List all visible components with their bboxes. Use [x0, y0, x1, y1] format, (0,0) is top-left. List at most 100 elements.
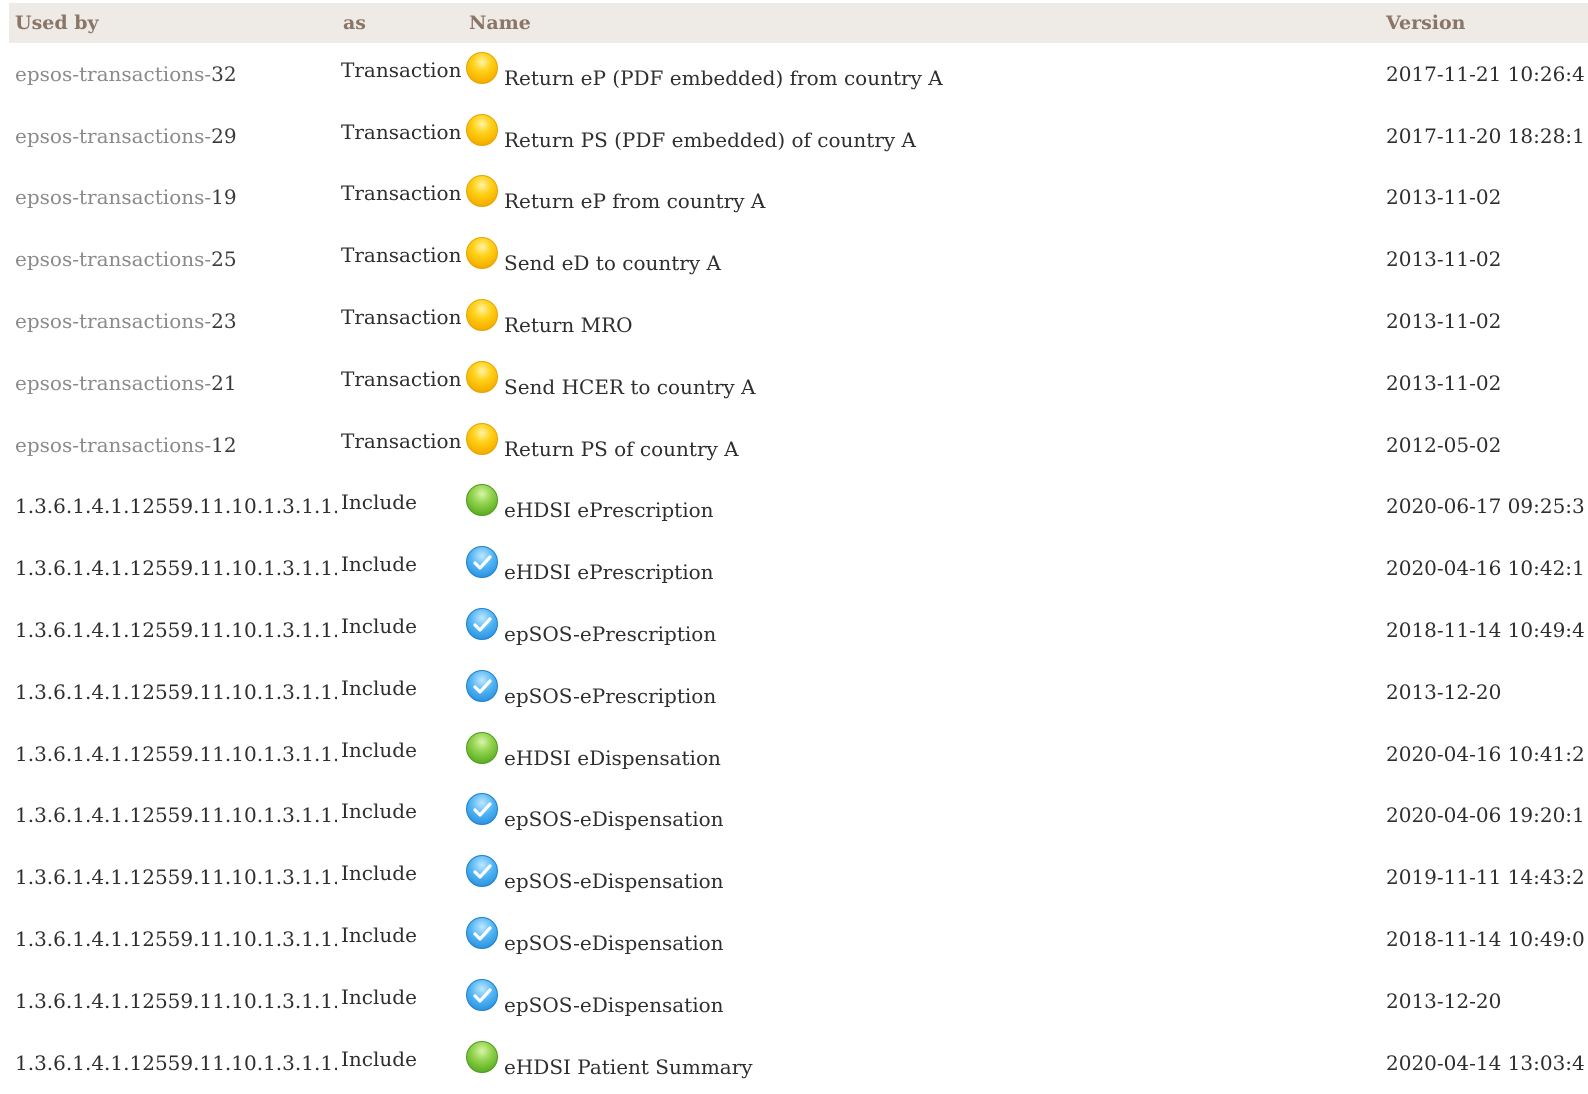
version-cell: 2013-12-20: [1386, 988, 1502, 1013]
used-by-link-id[interactable]: 19: [211, 185, 236, 209]
name-cell-content: epSOS-eDispensation: [466, 855, 1380, 893]
as-cell: Transaction: [341, 119, 462, 144]
table-row[interactable]: 1.3.6.1.4.1.12559.11.10.1.3.1.1.1 Include…: [9, 661, 1588, 723]
table-row[interactable]: 1.3.6.1.4.1.12559.11.10.1.3.1.1.3 Include…: [9, 1032, 1588, 1094]
name-link[interactable]: Return eP from country A: [504, 181, 765, 213]
name-link[interactable]: epSOS-eDispensation: [504, 861, 724, 893]
yellow-circle-icon: [466, 360, 498, 393]
used-by-link-id[interactable]: 21: [211, 371, 236, 395]
used-by-oid[interactable]: 1.3.6.1.4.1.12559.11.10.1.3.1.1.1: [15, 680, 337, 704]
name-cell-content: epSOS-eDispensation: [466, 978, 1380, 1017]
name-cell: Return MRO: [463, 290, 1380, 352]
yellow-circle-icon: [466, 237, 498, 270]
used-by-oid[interactable]: 1.3.6.1.4.1.12559.11.10.1.3.1.1.1: [15, 494, 337, 518]
name-cell: eHDSI ePrescription: [463, 537, 1380, 599]
used-by-link-id[interactable]: 12: [211, 433, 236, 457]
name-link[interactable]: epSOS-ePrescription: [504, 614, 716, 646]
table-row[interactable]: epsos-transactions-21 Transaction Send HCE…: [9, 352, 1588, 414]
table-row[interactable]: epsos-transactions-29 Transaction Return P…: [9, 105, 1588, 167]
name-cell: Return eP (PDF embedded) from country A: [463, 43, 1380, 105]
used-by-oid[interactable]: 1.3.6.1.4.1.12559.11.10.1.3.1.1.2: [15, 989, 337, 1013]
name-cell: epSOS-eDispensation: [463, 785, 1380, 847]
name-link[interactable]: eHDSI Patient Summary: [504, 1047, 753, 1079]
used-by-link-id[interactable]: 32: [211, 62, 236, 86]
used-by-cell: 1.3.6.1.4.1.12559.11.10.1.3.1.1.1: [9, 599, 337, 661]
table-row[interactable]: 1.3.6.1.4.1.12559.11.10.1.3.1.1.1 Include…: [9, 537, 1588, 599]
yellow-circle-icon: [466, 299, 498, 332]
name-link[interactable]: Return PS (PDF embedded) of country A: [504, 120, 916, 152]
usage-table: Used by as Name Version epsos-transactio…: [9, 3, 1588, 1094]
name-link[interactable]: epSOS-eDispensation: [504, 985, 724, 1017]
used-by-link-prefix[interactable]: epsos-transactions-: [15, 371, 211, 395]
version-cell: 2017-11-21 10:26:4: [1386, 61, 1585, 86]
used-by-link-prefix[interactable]: epsos-transactions-: [15, 62, 211, 86]
version-cell: 2019-11-11 14:43:2: [1386, 865, 1585, 890]
name-link[interactable]: eHDSI eDispensation: [504, 738, 721, 770]
name-cell: eHDSI eDispensation: [463, 723, 1380, 785]
used-by-link-prefix[interactable]: epsos-transactions-: [15, 433, 211, 457]
used-by-oid[interactable]: 1.3.6.1.4.1.12559.11.10.1.3.1.1.2: [15, 865, 337, 889]
as-cell: Include: [341, 737, 417, 762]
name-link[interactable]: Return MRO: [504, 305, 633, 337]
used-by-link-id[interactable]: 29: [211, 124, 236, 148]
name-link[interactable]: eHDSI ePrescription: [504, 490, 714, 522]
name-link[interactable]: epSOS-ePrescription: [504, 676, 716, 708]
used-by-link-prefix[interactable]: epsos-transactions-: [15, 309, 211, 333]
used-by-link-prefix[interactable]: epsos-transactions-: [15, 185, 211, 209]
name-link[interactable]: Return eP (PDF embedded) from country A: [504, 58, 943, 90]
name-cell: epSOS-ePrescription: [463, 661, 1380, 723]
table-row[interactable]: 1.3.6.1.4.1.12559.11.10.1.3.1.1.2 Include…: [9, 846, 1588, 908]
table-row[interactable]: 1.3.6.1.4.1.12559.11.10.1.3.1.1.2 Include…: [9, 723, 1588, 785]
used-by-oid[interactable]: 1.3.6.1.4.1.12559.11.10.1.3.1.1.2: [15, 927, 337, 951]
version-cell: 2013-11-02: [1386, 247, 1502, 272]
as-cell: Include: [341, 799, 417, 824]
as-cell: Transaction: [341, 366, 462, 391]
used-by-cell: 1.3.6.1.4.1.12559.11.10.1.3.1.1.2: [9, 846, 337, 908]
name-cell: Return eP from country A: [463, 167, 1380, 229]
name-link[interactable]: epSOS-eDispensation: [504, 923, 724, 955]
blue-check-icon: [466, 608, 498, 641]
table-row[interactable]: epsos-transactions-25 Transaction Send eD …: [9, 228, 1588, 290]
used-by-link-id[interactable]: 25: [211, 247, 236, 271]
name-link[interactable]: eHDSI ePrescription: [504, 552, 714, 584]
table-row[interactable]: epsos-transactions-32 Transaction Return e…: [9, 43, 1588, 105]
used-by-oid[interactable]: 1.3.6.1.4.1.12559.11.10.1.3.1.1.3: [15, 1051, 337, 1075]
header-name[interactable]: Name: [463, 3, 1380, 43]
name-link[interactable]: Return PS of country A: [504, 429, 739, 461]
green-circle-icon: [466, 484, 498, 517]
name-link[interactable]: epSOS-eDispensation: [504, 799, 724, 831]
table-row[interactable]: 1.3.6.1.4.1.12559.11.10.1.3.1.1.2 Include…: [9, 970, 1588, 1032]
name-cell-content: Send eD to country A: [466, 237, 1380, 275]
table-row[interactable]: epsos-transactions-12 Transaction Return P…: [9, 414, 1588, 476]
header-used-by[interactable]: Used by: [9, 3, 337, 43]
as-cell: Include: [341, 552, 417, 577]
used-by-oid[interactable]: 1.3.6.1.4.1.12559.11.10.1.3.1.1.2: [15, 742, 337, 766]
name-cell-content: Send HCER to country A: [466, 360, 1380, 399]
name-cell-content: eHDSI ePrescription: [466, 546, 1380, 584]
table-row[interactable]: epsos-transactions-19 Transaction Return e…: [9, 167, 1588, 229]
name-cell-content: eHDSI eDispensation: [466, 731, 1380, 770]
used-by-link-prefix[interactable]: epsos-transactions-: [15, 124, 211, 148]
table-row[interactable]: 1.3.6.1.4.1.12559.11.10.1.3.1.1.1 Include…: [9, 476, 1588, 538]
table-row[interactable]: epsos-transactions-23 Transaction Return M…: [9, 290, 1588, 352]
blue-check-icon: [466, 793, 498, 826]
name-cell-content: epSOS-eDispensation: [466, 793, 1380, 831]
name-cell-content: epSOS-eDispensation: [466, 917, 1380, 955]
header-as[interactable]: as: [337, 3, 463, 43]
table-row[interactable]: 1.3.6.1.4.1.12559.11.10.1.3.1.1.1 Include…: [9, 599, 1588, 661]
as-cell: Transaction: [341, 181, 462, 206]
used-by-oid[interactable]: 1.3.6.1.4.1.12559.11.10.1.3.1.1.2: [15, 803, 337, 827]
used-by-link-id[interactable]: 23: [211, 309, 236, 333]
name-link[interactable]: Send HCER to country A: [504, 367, 755, 399]
table-row[interactable]: 1.3.6.1.4.1.12559.11.10.1.3.1.1.2 Include…: [9, 785, 1588, 847]
used-by-oid[interactable]: 1.3.6.1.4.1.12559.11.10.1.3.1.1.1: [15, 618, 337, 642]
blue-check-icon: [466, 978, 498, 1011]
used-by-cell: 1.3.6.1.4.1.12559.11.10.1.3.1.1.1: [9, 661, 337, 723]
used-by-cell: epsos-transactions-29: [9, 105, 337, 167]
header-version[interactable]: Version: [1380, 3, 1588, 43]
used-by-link-prefix[interactable]: epsos-transactions-: [15, 247, 211, 271]
name-cell: Return PS of country A: [463, 414, 1380, 476]
name-link[interactable]: Send eD to country A: [504, 243, 721, 275]
used-by-oid[interactable]: 1.3.6.1.4.1.12559.11.10.1.3.1.1.1: [15, 556, 337, 580]
blue-check-icon: [466, 917, 498, 950]
